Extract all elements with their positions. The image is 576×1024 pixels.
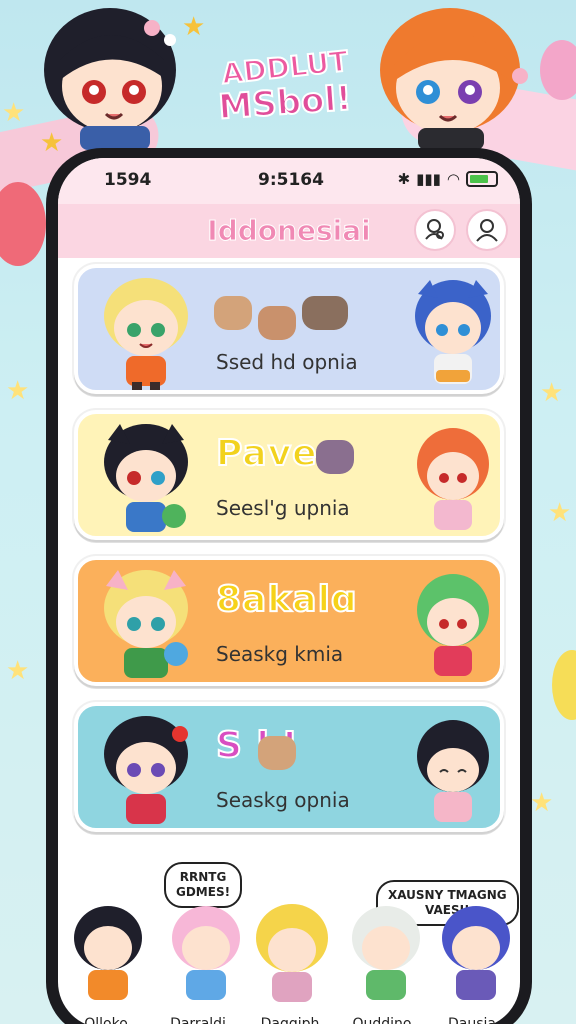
status-icons: ✱ ▮▮▮ ◠: [398, 170, 498, 188]
bottom-character-3-name: Daggiph: [260, 1016, 320, 1024]
app-logo: ADDLUT MSbol!: [200, 40, 370, 140]
bottom-character-5[interactable]: [432, 898, 520, 1008]
logo-line-2: MSbol!: [216, 77, 354, 128]
card-2-subtitle: Seesl'g upnia: [216, 496, 350, 520]
banner-character-right: [360, 0, 528, 150]
balloon-decoration: [552, 650, 576, 720]
status-carrier: 1594: [104, 170, 152, 190]
game-card-2[interactable]: Pave Seesl'g upnia: [74, 410, 504, 540]
dog-pet-icon: [258, 736, 296, 770]
wifi-icon: ◠: [446, 170, 460, 188]
battery-icon: [466, 171, 498, 187]
game-card-1[interactable]: Ssed hd opnia: [74, 264, 504, 394]
card-3-subtitle: Seaskg kmia: [216, 642, 344, 666]
balloon-decoration: [540, 40, 576, 100]
star-decoration: ★: [2, 98, 26, 128]
game-card-3[interactable]: 8akalɑ Seaskg kmia: [74, 556, 504, 686]
search-person-button[interactable]: [414, 209, 456, 251]
cat-pet-icon: [316, 440, 354, 474]
battery-level: [470, 175, 488, 183]
cat-pet-icon: [214, 296, 252, 330]
card-3-character-right: [408, 566, 498, 682]
profile-button[interactable]: [466, 209, 508, 251]
star-decoration: ★: [530, 788, 554, 818]
bottom-character-4[interactable]: [342, 898, 430, 1008]
bluetooth-icon: ✱: [397, 170, 411, 188]
signal-icon: ▮▮▮: [416, 170, 441, 188]
bottom-character-1[interactable]: [64, 898, 152, 1008]
card-1-character-left: [96, 274, 196, 390]
card-1-subtitle: Ssed hd opnia: [216, 350, 358, 374]
bottom-character-2[interactable]: [162, 898, 250, 1008]
game-card-4[interactable]: S k! Seaskg opnia: [74, 702, 504, 832]
bottom-character-4-name: Ouddino: [352, 1016, 412, 1024]
card-1-pets: [214, 296, 348, 340]
card-4-character-left: [96, 712, 196, 828]
phone-screen: 1594 9:5164 ✱ ▮▮▮ ◠ Iddonesiai Ssed hd o…: [58, 158, 520, 1024]
bottom-character-2-name: Darraldi: [170, 1016, 226, 1024]
bottom-character-5-name: Dausia: [448, 1016, 496, 1024]
search-person-icon: [425, 219, 444, 240]
card-2-character-right: [408, 420, 498, 536]
card-3-title: 8akalɑ: [215, 579, 358, 620]
card-4-character-right: [408, 712, 498, 828]
star-decoration: ★: [6, 376, 30, 406]
status-bar: 1594 9:5164 ✱ ▮▮▮ ◠: [58, 158, 520, 204]
card-4-subtitle: Seaskg opnia: [216, 788, 350, 812]
star-decoration: ★: [548, 498, 572, 528]
star-decoration: ★: [540, 378, 564, 408]
card-2-title: Pave: [215, 433, 318, 474]
card-2-character-left: [96, 420, 196, 536]
star-decoration: ★: [6, 656, 30, 686]
bottom-character-1-name: Olloko: [84, 1016, 128, 1024]
profile-icon: [476, 219, 498, 242]
balloon-decoration: [0, 182, 46, 266]
dog-pet-icon: [258, 306, 296, 340]
bottom-character-row: RRNTG GDMES! XAUSNY TMAGNG VAESI! Olloko…: [58, 858, 520, 1024]
card-1-character-right: [408, 274, 498, 390]
banner-character-left: [30, 0, 190, 150]
bottom-character-3[interactable]: [248, 898, 336, 1008]
app-header: Iddonesiai: [58, 204, 520, 258]
bear-pet-icon: [302, 296, 348, 330]
status-time: 9:5164: [258, 170, 324, 190]
card-3-character-left: [96, 566, 196, 682]
